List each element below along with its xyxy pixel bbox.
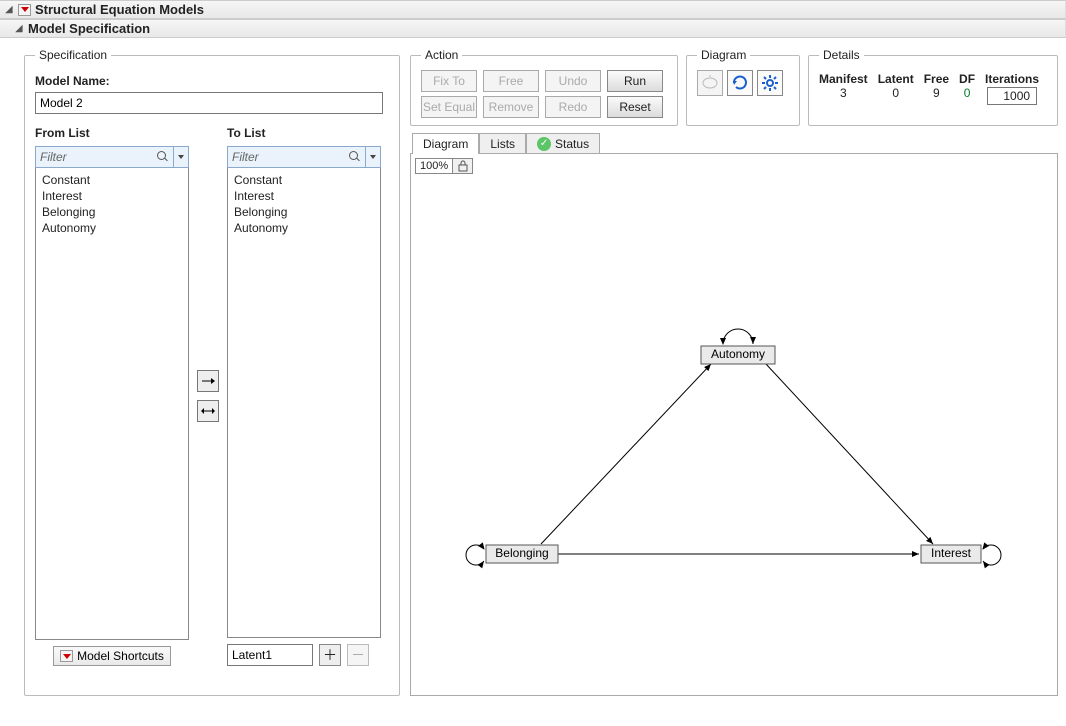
svg-text:Autonomy: Autonomy bbox=[711, 347, 765, 361]
diagram-legend: Diagram bbox=[697, 48, 750, 62]
zoom-lock-button[interactable] bbox=[453, 158, 473, 174]
diagram-area: Diagram Lists Status 100% bbox=[410, 132, 1058, 696]
self-loop-autonomy[interactable] bbox=[723, 329, 753, 344]
section-title: Structural Equation Models bbox=[35, 2, 204, 17]
section-header-sem[interactable]: ◢ Structural Equation Models bbox=[0, 0, 1066, 19]
from-list-column: From List Filter Constant Interest Belon… bbox=[35, 126, 189, 666]
edge-autonomy-interest[interactable] bbox=[766, 364, 933, 544]
two-way-arrow-button[interactable] bbox=[197, 400, 219, 422]
from-list-label: From List bbox=[35, 126, 189, 140]
from-listbox[interactable]: Constant Interest Belonging Autonomy bbox=[35, 168, 189, 640]
diagram-panel: Diagram bbox=[686, 48, 800, 126]
right-column: Action Fix To Free Undo Run Set Equal Re… bbox=[410, 48, 1058, 696]
model-shortcuts-button[interactable]: Model Shortcuts bbox=[53, 646, 171, 666]
self-loop-belonging[interactable] bbox=[466, 545, 484, 565]
svg-text:Interest: Interest bbox=[931, 546, 972, 560]
details-panel: Details Manifest 3 Latent 0 Free 9 bbox=[808, 48, 1058, 126]
to-filter[interactable]: Filter bbox=[227, 146, 381, 168]
model-name-input[interactable] bbox=[35, 92, 383, 114]
action-legend: Action bbox=[421, 48, 462, 62]
edge-belonging-autonomy[interactable] bbox=[541, 364, 711, 544]
details-df: DF 0 bbox=[959, 72, 975, 105]
tab-status[interactable]: Status bbox=[526, 133, 600, 154]
menu-triangle-icon[interactable] bbox=[18, 4, 31, 16]
details-latent: Latent 0 bbox=[878, 72, 914, 105]
details-iterations: Iterations 1000 bbox=[985, 72, 1039, 105]
filter-dropdown-icon[interactable] bbox=[366, 147, 380, 167]
node-autonomy[interactable]: Autonomy bbox=[701, 329, 775, 364]
model-shortcuts-label: Model Shortcuts bbox=[77, 649, 164, 663]
tab-diagram[interactable]: Diagram bbox=[412, 133, 479, 154]
fix-to-button: Fix To bbox=[421, 70, 477, 92]
redo-button: Redo bbox=[545, 96, 601, 118]
refresh-icon bbox=[731, 74, 749, 92]
menu-triangle-icon bbox=[60, 650, 73, 662]
node-interest[interactable]: Interest bbox=[921, 545, 1001, 565]
list-item[interactable]: Autonomy bbox=[234, 220, 374, 236]
filter-dropdown-icon[interactable] bbox=[174, 147, 188, 167]
list-item[interactable]: Constant bbox=[42, 172, 182, 188]
filter-placeholder: Filter bbox=[232, 150, 259, 164]
specification-panel: Specification Model Name: From List Filt… bbox=[24, 48, 400, 696]
arrow-both-icon bbox=[201, 406, 215, 416]
lock-icon bbox=[458, 160, 468, 172]
one-way-arrow-button[interactable] bbox=[197, 370, 219, 392]
disclosure-triangle-icon[interactable]: ◢ bbox=[4, 5, 14, 15]
zoom-level[interactable]: 100% bbox=[415, 158, 453, 174]
diagram-settings-button[interactable] bbox=[757, 70, 783, 96]
free-button: Free bbox=[483, 70, 539, 92]
diagram-canvas[interactable]: 100% bbox=[410, 153, 1058, 696]
arrow-right-icon bbox=[201, 376, 215, 386]
specification-legend: Specification bbox=[35, 48, 111, 62]
details-legend: Details bbox=[819, 48, 864, 62]
search-icon[interactable] bbox=[349, 151, 361, 163]
list-item[interactable]: Interest bbox=[42, 188, 182, 204]
undo-button: Undo bbox=[545, 70, 601, 92]
list-item[interactable]: Constant bbox=[234, 172, 374, 188]
action-panel: Action Fix To Free Undo Run Set Equal Re… bbox=[410, 48, 678, 126]
to-list-label: To List bbox=[227, 126, 381, 140]
details-manifest: Manifest 3 bbox=[819, 72, 868, 105]
latent-icon bbox=[701, 74, 719, 92]
list-item[interactable]: Autonomy bbox=[42, 220, 182, 236]
svg-text:Belonging: Belonging bbox=[495, 546, 548, 560]
disclosure-triangle-icon[interactable]: ◢ bbox=[14, 24, 24, 34]
run-button[interactable]: Run bbox=[607, 70, 663, 92]
list-item[interactable]: Belonging bbox=[234, 204, 374, 220]
to-list-column: To List Filter Constant Interest Belongi… bbox=[227, 126, 381, 666]
subsection-title: Model Specification bbox=[28, 21, 150, 36]
sem-diagram-svg: Autonomy Belonging Interest bbox=[411, 154, 1051, 674]
filter-placeholder: Filter bbox=[40, 150, 67, 164]
list-item[interactable]: Interest bbox=[234, 188, 374, 204]
add-latent-button[interactable]: ＋ bbox=[319, 644, 341, 666]
gear-icon bbox=[761, 74, 779, 92]
latent-node-tool bbox=[697, 70, 723, 96]
tab-lists[interactable]: Lists bbox=[479, 133, 526, 154]
status-check-icon bbox=[537, 137, 551, 151]
section-header-model-spec[interactable]: ◢ Model Specification bbox=[0, 19, 1066, 38]
reset-button[interactable]: Reset bbox=[607, 96, 663, 118]
self-loop-interest[interactable] bbox=[983, 545, 1001, 565]
list-item[interactable]: Belonging bbox=[42, 204, 182, 220]
to-listbox[interactable]: Constant Interest Belonging Autonomy bbox=[227, 168, 381, 638]
set-equal-button: Set Equal bbox=[421, 96, 477, 118]
list-gap bbox=[189, 126, 227, 666]
refresh-diagram-button[interactable] bbox=[727, 70, 753, 96]
content-area: Specification Model Name: From List Filt… bbox=[0, 38, 1066, 700]
from-filter[interactable]: Filter bbox=[35, 146, 189, 168]
lists-row: From List Filter Constant Interest Belon… bbox=[35, 126, 389, 666]
node-belonging[interactable]: Belonging bbox=[466, 545, 558, 565]
search-icon[interactable] bbox=[157, 151, 169, 163]
details-free: Free 9 bbox=[924, 72, 949, 105]
latent-name-input[interactable] bbox=[227, 644, 313, 666]
iterations-input[interactable]: 1000 bbox=[987, 87, 1037, 105]
tabs-row: Diagram Lists Status bbox=[410, 132, 1058, 153]
remove-button: Remove bbox=[483, 96, 539, 118]
model-name-label: Model Name: bbox=[35, 74, 389, 88]
remove-latent-button: － bbox=[347, 644, 369, 666]
